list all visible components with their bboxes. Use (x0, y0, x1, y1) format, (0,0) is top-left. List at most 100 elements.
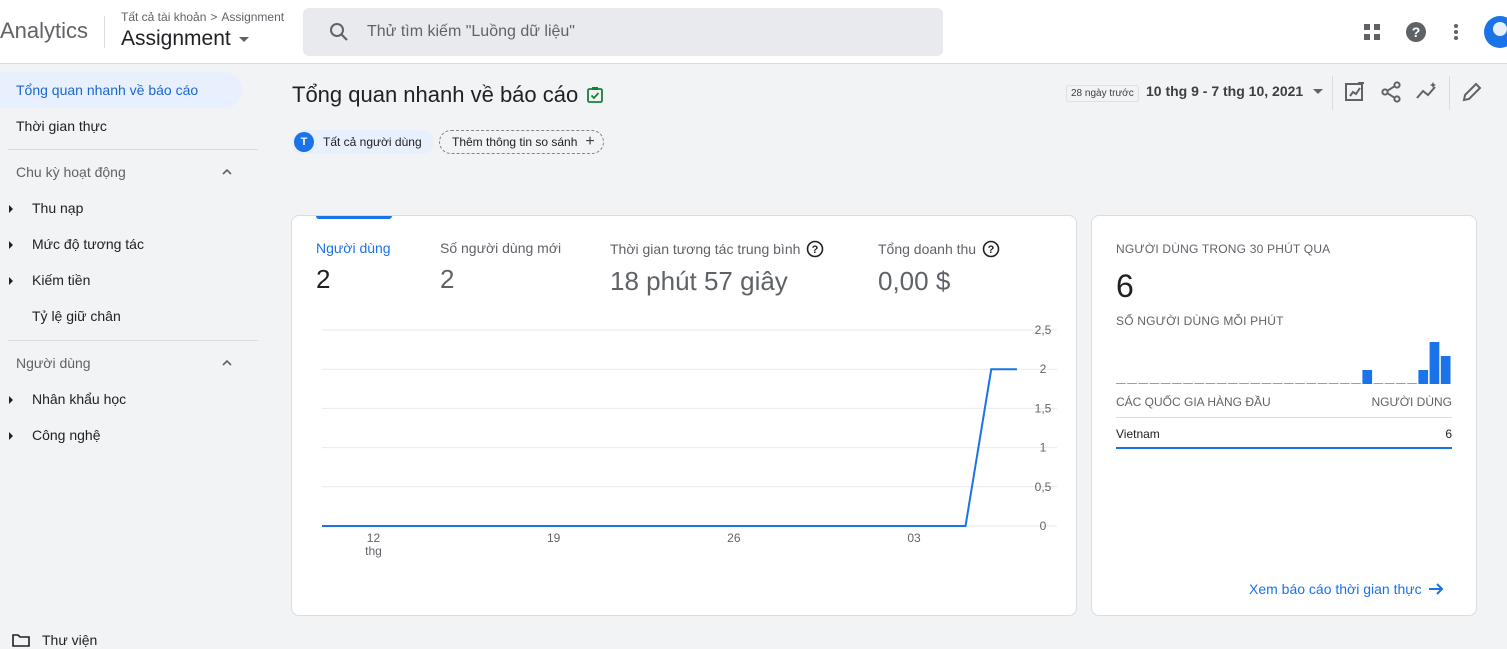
sidebar-item-engagement[interactable]: Mức độ tương tác (0, 226, 144, 262)
minute-bar (1272, 383, 1283, 384)
date-range-picker[interactable]: 10 thg 9 - 7 thg 10, 2021 (1146, 83, 1324, 99)
top-app-bar: Analytics Tất cả tài khoản > Assignment As… (0, 0, 1507, 64)
section-label: Chu kỳ hoạt động (16, 164, 126, 180)
minute-bar (1384, 383, 1395, 384)
metric-tab-revenue[interactable]: Tổng doanh thu? 0,00 $ (878, 240, 1000, 297)
expand-arrow-icon (9, 205, 13, 213)
apps-grid-icon[interactable] (1360, 20, 1384, 44)
insights-icon[interactable] (1415, 80, 1439, 104)
metric-label-text: Thời gian tương tác trung bình (610, 241, 801, 257)
dropdown-arrow-icon (1313, 88, 1324, 94)
metric-tab-engagement-time[interactable]: Thời gian tương tác trung bình? 18 phút … (610, 240, 824, 297)
minute-bar (1127, 383, 1137, 384)
x-tick-label: 03 (907, 531, 921, 545)
minute-bar (1116, 383, 1126, 384)
metric-label: Tổng doanh thu? (878, 240, 1000, 258)
metric-value: 2 (440, 264, 455, 294)
svg-text:?: ? (988, 244, 995, 256)
help-icon[interactable]: ? (1404, 20, 1428, 44)
minute-bar (1407, 383, 1417, 384)
table-row[interactable]: Vietnam 6 (1116, 427, 1452, 449)
minute-bar (1317, 383, 1328, 384)
minute-bar (1250, 383, 1261, 384)
x-tick-label: 12 (367, 531, 381, 545)
sidebar-item-realtime[interactable]: Thời gian thực (0, 108, 107, 144)
metric-tab-users[interactable]: Người dùng 2 (316, 240, 391, 295)
sidebar-item-acquisition[interactable]: Thu nạp (0, 190, 83, 226)
breadcrumb-separator: > (210, 10, 218, 24)
minute-bar (1284, 383, 1294, 384)
metric-label: Thời gian tương tác trung bình? (610, 240, 824, 258)
verified-check-icon (587, 87, 604, 103)
minute-bar (1205, 383, 1216, 384)
customize-report-icon[interactable] (1343, 80, 1367, 104)
metric-value: 18 phút 57 giây (610, 266, 788, 296)
search-input[interactable] (367, 23, 887, 41)
sidebar-item-label: Thời gian thực (16, 118, 107, 134)
y-tick-label: 2,5 (1035, 323, 1052, 337)
toolbar-divider (1449, 76, 1450, 110)
sidebar-item-demographics[interactable]: Nhân khẩu học (0, 381, 126, 417)
breadcrumb-leaf[interactable]: Assignment (221, 10, 284, 24)
sidebar-section-user[interactable]: Người dùng (16, 351, 232, 375)
minute-bar (1373, 383, 1384, 384)
view-realtime-link[interactable]: Xem báo cáo thời gian thực (1249, 581, 1444, 597)
svg-text:?: ? (812, 244, 819, 256)
sidebar-item-library[interactable]: Thư viện (12, 632, 97, 648)
sidebar-item-tech[interactable]: Công nghệ (0, 417, 101, 453)
sidebar-item-label: Tỷ lệ giữ chân (32, 308, 121, 324)
account-avatar[interactable] (1484, 16, 1507, 48)
edit-pencil-icon[interactable] (1460, 80, 1484, 104)
metric-value: 0,00 $ (878, 266, 951, 296)
per-minute-bar-chart (1116, 342, 1451, 384)
share-icon[interactable] (1379, 80, 1403, 104)
minute-bar (1440, 356, 1451, 384)
search-bar[interactable] (303, 8, 943, 56)
y-tick-label: 1 (1040, 441, 1047, 455)
col-country-header: CÁC QUỐC GIA HÀNG ĐẦU (1116, 395, 1271, 409)
minute-bar (1351, 383, 1361, 384)
users-line-chart: 0 0,5 1 1,5 2 2,5 12thg 19 26 03 (322, 323, 1057, 558)
dropdown-arrow-icon (238, 36, 249, 42)
sidebar-item-reports-snapshot[interactable]: Tổng quan nhanh về báo cáo (0, 72, 242, 108)
expand-arrow-icon (9, 277, 13, 285)
sidebar-item-retention[interactable]: Tỷ lệ giữ chân (0, 298, 121, 334)
expand-arrow-icon (9, 241, 13, 249)
minute-bar (1149, 383, 1160, 384)
section-label: Người dùng (16, 355, 91, 371)
metric-tab-new-users[interactable]: Số người dùng mới 2 (440, 240, 561, 295)
sidebar-item-monetization[interactable]: Kiếm tiền (0, 262, 90, 298)
more-vert-icon[interactable] (1444, 20, 1468, 44)
minute-bar (1194, 383, 1205, 384)
account-selector[interactable]: Assignment (121, 27, 249, 51)
help-outline-icon[interactable]: ? (982, 240, 1000, 258)
minute-bar (1340, 383, 1350, 384)
minute-bar (1396, 383, 1406, 384)
help-outline-icon[interactable]: ? (806, 240, 824, 258)
col-users-header: NGƯỜI DÙNG (1371, 395, 1452, 409)
minute-bar (1138, 383, 1149, 384)
minute-bar (1328, 383, 1339, 384)
breadcrumb[interactable]: Tất cả tài khoản > Assignment (121, 10, 284, 24)
minute-bar (1228, 383, 1238, 384)
country-table-header: CÁC QUỐC GIA HÀNG ĐẦU NGƯỜI DÙNG (1116, 395, 1452, 418)
account-name: Assignment (121, 27, 231, 50)
page-title-text: Tổng quan nhanh về báo cáo (292, 82, 579, 107)
sidebar-nav: Tổng quan nhanh về báo cáo Thời gian thự… (0, 65, 258, 649)
comparison-chip-all-users[interactable]: T Tất cả người dùng (292, 130, 434, 154)
x-tick-label: 26 (727, 531, 741, 545)
folder-icon (12, 634, 30, 647)
search-icon (330, 23, 348, 41)
minute-bar (1239, 383, 1249, 384)
breadcrumb-root[interactable]: Tất cả tài khoản (121, 10, 206, 24)
y-tick-label: 2 (1040, 362, 1047, 376)
y-tick-label: 1,5 (1035, 401, 1052, 415)
metric-label: Số người dùng mới (440, 240, 562, 256)
add-comparison-button[interactable]: Thêm thông tin so sánh + (439, 130, 604, 154)
realtime-heading: NGƯỜI DÙNG TRONG 30 PHÚT QUA (1116, 242, 1331, 256)
sidebar-section-lifecycle[interactable]: Chu kỳ hoạt động (16, 160, 232, 184)
minute-bar (1362, 370, 1373, 384)
sidebar-item-label: Kiếm tiền (32, 272, 91, 288)
minute-bar (1295, 383, 1305, 384)
date-preset-badge: 28 ngày trước (1066, 85, 1139, 102)
